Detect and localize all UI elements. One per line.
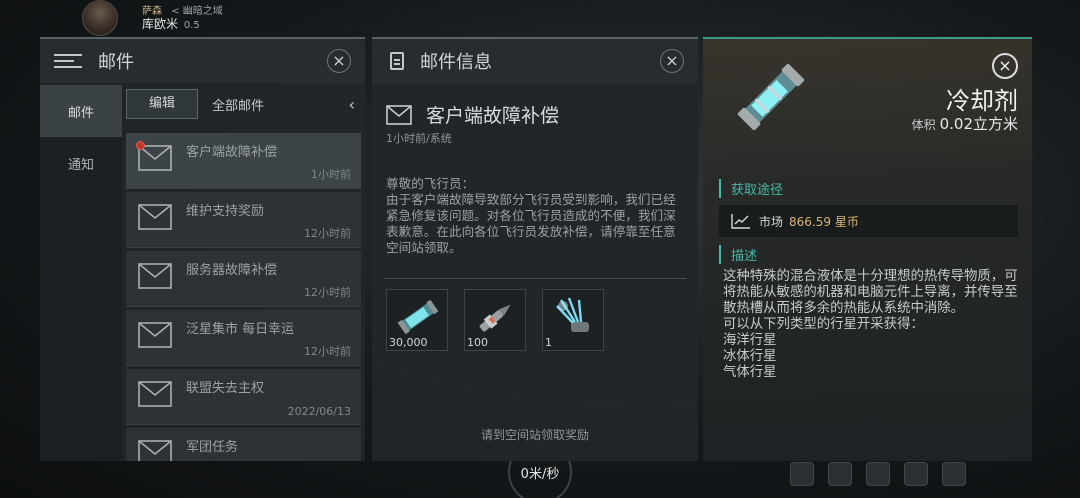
- mail-panel-header: 邮件 ×: [40, 39, 365, 83]
- attachment-drill[interactable]: 100: [464, 289, 526, 351]
- planet-ocean: 海洋行星: [723, 333, 777, 348]
- mail-item-time: 12小时前: [304, 286, 351, 299]
- all-mail-filter[interactable]: 全部邮件: [212, 95, 264, 114]
- mail-item-title: 联盟失去主权: [186, 381, 265, 396]
- pilot-avatar[interactable]: [82, 0, 118, 36]
- coolant-canister-icon: [397, 299, 439, 335]
- pilot-hud: 萨森 < 幽暗之域 库欧米 0.5: [60, 0, 320, 38]
- detail-panel-header: 邮件信息 ×: [372, 39, 698, 83]
- mail-item-title: 客户端故障补偿: [186, 145, 278, 160]
- item-info-panel: × 冷却剂 体积 0.02立方米 获取途径 市场 866.59 星币 描述 这种特…: [703, 37, 1032, 461]
- side-nav-mail[interactable]: 邮件: [40, 85, 122, 137]
- claim-note: 请到空间站领取奖励: [480, 428, 589, 442]
- item-name: 冷却剂: [946, 87, 1018, 115]
- module-slot-icon[interactable]: [866, 462, 890, 486]
- unread-badge: [136, 141, 145, 150]
- mail-item-title: 维护支持奖励: [186, 204, 265, 219]
- mail-body-text: 由于客户端故障导致部分飞行员受到影响，我们已经紧急修复该问题。对各位飞行员造成的…: [386, 192, 676, 255]
- mail-item-title: 泛星集市 每日幸运: [186, 322, 295, 337]
- detail-body: 客户端故障补偿 1小时前/系统 尊敬的飞行员： 由于客户端故障导致部分飞行员受到…: [372, 85, 698, 461]
- item-close-button[interactable]: ×: [992, 53, 1018, 79]
- description-text: 这种特殊的混合液体是十分理想的热传导物质，可将热能从敏感的机器和电脑元件上导离，…: [723, 269, 1018, 316]
- volume-label: 体积: [911, 118, 936, 132]
- module-slot-icon[interactable]: [790, 462, 814, 486]
- planet-ice: 冰体行星: [723, 349, 777, 364]
- mail-list-item[interactable]: 泛星集市 每日幸运 12小时前: [126, 310, 361, 366]
- envelope-icon: [138, 322, 172, 348]
- security-status: 0.5: [183, 20, 200, 31]
- mail-body: 邮件 通知 编辑 全部邮件 ‹ 客户端故障补偿 1小时前 维护支持奖励 12小时前 服务…: [40, 85, 365, 461]
- envelope-icon: [138, 440, 172, 461]
- attachment-qty: 100: [467, 336, 488, 349]
- mail-item-time: 12小时前: [304, 227, 351, 240]
- collapse-arrow-icon[interactable]: ‹: [349, 95, 355, 114]
- source-heading: 获取途径: [719, 179, 783, 198]
- menu-icon[interactable]: [54, 54, 82, 68]
- attachment-list: 30,000 100 1: [386, 289, 684, 351]
- mail-list-item[interactable]: 客户端故障补偿 1小时前: [126, 133, 361, 189]
- source-intro: 可以从下列类型的行星开采获得：: [723, 317, 924, 332]
- mail-panel: 邮件 × 邮件 通知 编辑 全部邮件 ‹ 客户端故障补偿 1小时前维护支持奖励 12…: [40, 37, 365, 461]
- subject-row: 客户端故障补偿: [386, 101, 684, 128]
- mail-item-time: 2022/06/13: [287, 405, 351, 418]
- envelope-icon: [138, 381, 172, 407]
- speed-readout: 0米/秒: [520, 467, 560, 482]
- mail-list-item[interactable]: 维护支持奖励 12小时前: [126, 192, 361, 248]
- side-nav-notice[interactable]: 通知: [40, 137, 122, 189]
- divider: [384, 278, 686, 279]
- mail-toolbar: 编辑 全部邮件 ‹: [122, 85, 365, 123]
- market-price: 866.59 星币: [789, 214, 859, 229]
- mail-item-title: 服务器故障补偿: [186, 263, 278, 278]
- item-volume: 体积 0.02立方米: [912, 113, 1018, 134]
- mail-side-nav: 邮件 通知: [40, 85, 122, 461]
- mail-list-item[interactable]: 军团任务: [126, 428, 361, 461]
- mail-item-time: 1小时前: [311, 168, 351, 181]
- mail-close-button[interactable]: ×: [327, 49, 351, 73]
- mail-list-item[interactable]: 服务器故障补偿 12小时前: [126, 251, 361, 307]
- mail-greeting: 尊敬的飞行员：: [386, 176, 475, 191]
- chart-trend-icon: [731, 214, 750, 229]
- coolant-item-image: [737, 63, 805, 131]
- mail-meta: 1小时前/系统: [386, 132, 452, 145]
- description-heading: 描述: [719, 245, 757, 264]
- mail-content: 编辑 全部邮件 ‹ 客户端故障补偿 1小时前 维护支持奖励 12小时前 服务器故障补偿 1…: [122, 85, 365, 461]
- attachment-qty: 1: [545, 336, 552, 349]
- market-source-row[interactable]: 市场 866.59 星币: [719, 205, 1018, 237]
- pilot-line: 库欧米 0.5: [142, 15, 200, 32]
- envelope-icon: [138, 263, 172, 289]
- module-slot-icon[interactable]: [828, 462, 852, 486]
- mail-list-item[interactable]: 联盟失去主权 2022/06/13: [126, 369, 361, 425]
- attachment-qty: 30,000: [389, 336, 428, 349]
- mail-item-title: 军团任务: [186, 440, 239, 455]
- mail-panel-title: 邮件: [98, 52, 134, 73]
- envelope-icon: [386, 104, 412, 125]
- energy-claw-icon: [556, 297, 589, 332]
- detail-panel-title: 邮件信息: [420, 52, 492, 73]
- planet-gas: 气体行星: [723, 365, 777, 380]
- envelope-icon: [138, 204, 172, 230]
- attachment-claw[interactable]: 1: [542, 289, 604, 351]
- document-icon: [390, 52, 404, 70]
- edit-button[interactable]: 编辑: [126, 89, 198, 119]
- module-slot-icon[interactable]: [942, 462, 966, 486]
- module-bar: [790, 462, 966, 486]
- detail-close-button[interactable]: ×: [660, 49, 684, 73]
- drill-module-icon: [479, 304, 511, 332]
- item-description: 这种特殊的混合液体是十分理想的热传导物质，可将热能从敏感的机器和电脑元件上导离，…: [723, 269, 1018, 381]
- mail-list: 客户端故障补偿 1小时前 维护支持奖励 12小时前 服务器故障补偿 12小时前 泛星集市 每…: [126, 133, 361, 461]
- module-slot-icon[interactable]: [904, 462, 928, 486]
- volume-value: 0.02立方米: [939, 115, 1018, 133]
- market-label: 市场: [759, 214, 784, 229]
- pilot-name: 库欧米: [142, 17, 179, 31]
- mail-subject: 客户端故障补偿: [426, 105, 560, 127]
- attachment-coolant[interactable]: 30,000: [386, 289, 448, 351]
- mail-item-time: 12小时前: [304, 345, 351, 358]
- mail-message: 尊敬的飞行员： 由于客户端故障导致部分飞行员受到影响，我们已经紧急修复该问题。对…: [386, 176, 684, 256]
- mail-detail-panel: 邮件信息 × 客户端故障补偿 1小时前/系统 尊敬的飞行员： 由于客户端故障导致…: [372, 37, 698, 461]
